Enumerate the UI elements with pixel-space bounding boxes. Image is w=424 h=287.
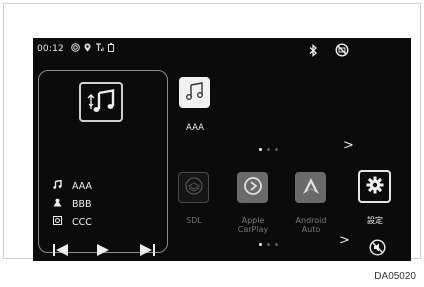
apple-carplay-app-tile[interactable] — [237, 172, 268, 203]
playback-controls — [49, 241, 159, 261]
track-title-row: AAA — [53, 179, 93, 192]
page-dot — [267, 148, 270, 151]
page-dot — [275, 243, 278, 246]
media-widget[interactable]: AAA BBB CCC — [38, 70, 168, 256]
music-note-icon — [53, 179, 62, 192]
music-note-icon — [185, 81, 205, 105]
settings-app-label: 設定 — [367, 216, 383, 225]
status-icons — [71, 43, 114, 52]
page-dot — [267, 243, 270, 246]
track-artist-row: BBB — [53, 198, 92, 210]
page-dot-active — [259, 243, 262, 246]
mute-button-icon[interactable] — [369, 239, 386, 260]
track-artist: BBB — [72, 198, 92, 210]
android-auto-app-tile[interactable] — [295, 172, 326, 203]
wifi-icon — [71, 43, 80, 52]
previous-track-button[interactable] — [53, 241, 69, 260]
apple-carplay-app-label: Apple CarPlay — [237, 216, 269, 234]
sdl-app-tile[interactable] — [178, 172, 209, 203]
location-icon — [84, 43, 91, 52]
page-dot — [275, 148, 278, 151]
battery-icon — [108, 43, 114, 52]
usb-music-icon[interactable] — [79, 82, 123, 122]
next-page-arrow[interactable]: > — [339, 233, 350, 248]
gear-icon — [366, 176, 384, 198]
track-album: CCC — [72, 216, 92, 228]
track-title: AAA — [72, 180, 93, 192]
artist-icon — [53, 198, 62, 210]
page-dot-active — [259, 148, 262, 151]
album-icon — [53, 216, 62, 228]
settings-app-tile[interactable] — [358, 170, 391, 203]
mute-icon — [335, 42, 349, 61]
carplay-icon — [242, 175, 264, 201]
signal-icon — [95, 43, 104, 52]
track-album-row: CCC — [53, 216, 92, 228]
music-app-label: AAA — [186, 123, 204, 133]
bluetooth-icon — [308, 42, 318, 61]
head-unit-screen: 00:12 AAA BBB CCC AAA > SDL Apple CarPla… — [33, 38, 411, 261]
play-button[interactable] — [96, 241, 110, 260]
music-app-tile[interactable] — [179, 77, 210, 108]
android-auto-icon — [300, 175, 322, 201]
sdl-app-label: SDL — [186, 216, 202, 225]
next-track-button[interactable] — [139, 241, 155, 260]
next-page-arrow[interactable]: > — [343, 138, 354, 153]
figure-id: DA05020 — [374, 271, 416, 282]
android-auto-app-label: Android Auto — [295, 216, 327, 234]
status-time: 00:12 — [37, 44, 64, 54]
sdl-icon — [184, 176, 204, 200]
